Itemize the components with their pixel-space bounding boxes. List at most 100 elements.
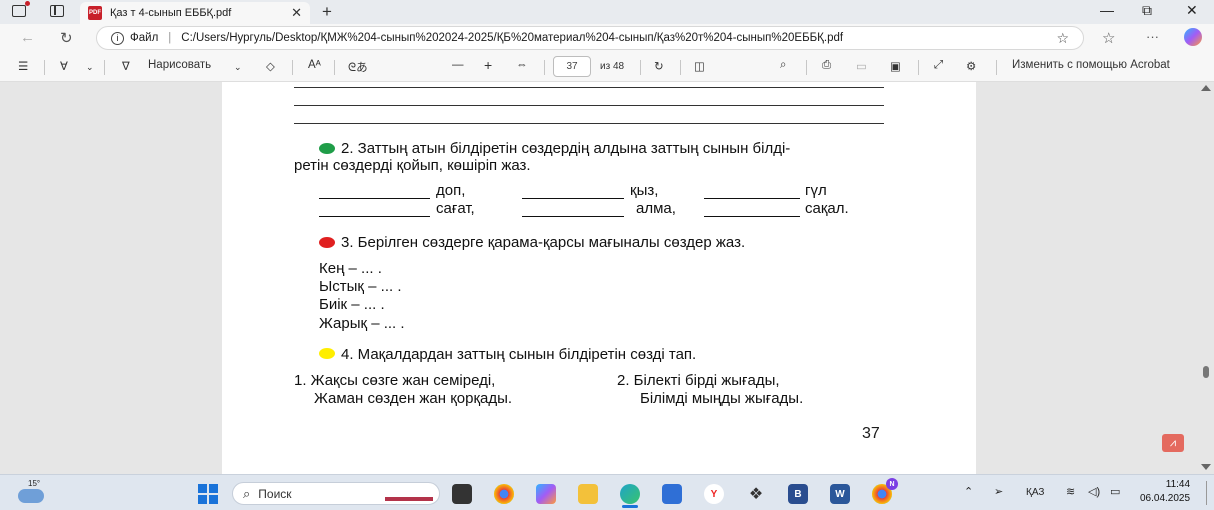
toolbar-divider (640, 60, 641, 75)
task2-heading-cont: ретін сөздерді қойып, көшіріп жаз. (294, 157, 531, 174)
workspaces-icon[interactable] (12, 1, 30, 17)
address-url[interactable]: C:/Users/Нургуль/Desktop/ҚМЖ%204-сынып%2… (181, 32, 843, 44)
eraser-icon[interactable]: ◇ (266, 59, 275, 73)
address-scheme-label: Файл (130, 32, 159, 44)
new-tab-button[interactable]: + (322, 2, 332, 22)
tray-overflow-icon[interactable]: ⌃ (964, 485, 973, 498)
edit-with-acrobat-button[interactable]: Изменить с помощью Acrobat (1012, 59, 1170, 71)
word-item: сағат, (436, 200, 475, 217)
fit-page-icon[interactable]: ⇔ (516, 59, 528, 71)
vertical-scrollbar[interactable] (1198, 82, 1214, 474)
yellow-dot-icon (319, 348, 335, 359)
tab-title: Қаз т 4-сынып ЕББҚ.pdf (110, 7, 232, 19)
proverb-2-line-2: Білімді мыңды жығады. (640, 390, 804, 407)
close-window-button[interactable]: ✕ (1186, 2, 1198, 19)
highlight-icon[interactable]: ∀ (60, 59, 68, 73)
search-icon: ⌕ (243, 485, 251, 501)
tab-close-button[interactable]: ✕ (291, 5, 302, 21)
scroll-down-icon[interactable] (1201, 464, 1211, 470)
scroll-thumb[interactable] (1203, 366, 1209, 378)
toolbar-divider (292, 60, 293, 75)
search-label: Поиск (258, 486, 292, 501)
volume-icon[interactable]: ◁) (1088, 485, 1100, 498)
search-icon[interactable]: ⌕ (780, 59, 786, 72)
draw-icon[interactable]: ∇ (122, 59, 130, 73)
taskbar: 15° ⌕ Поиск Y ❖ B W N ⌃ ➢ ҚАЗ ≋ ◁) ▭ 11:… (0, 474, 1214, 510)
temperature: 15° (28, 479, 41, 488)
chevron-down-icon[interactable]: ⌄ (234, 62, 242, 73)
toolbar-divider (680, 60, 681, 75)
blank-line (704, 216, 800, 217)
back-arrow-icon[interactable]: ← (20, 29, 35, 46)
store-icon[interactable] (662, 484, 682, 504)
favorites-icon[interactable]: ☆ (1102, 29, 1115, 47)
wifi-icon[interactable]: ≋ (1066, 485, 1075, 498)
zoom-out-button[interactable]: — (452, 59, 464, 71)
blank-line (522, 216, 624, 217)
more-menu-button[interactable]: ··· (1146, 29, 1159, 44)
word-item: сақал. (805, 200, 849, 217)
word-item: гүл (805, 182, 827, 199)
minimize-button[interactable]: — (1100, 2, 1114, 18)
read-aloud-button[interactable]: Aᴬ (308, 59, 321, 71)
restore-button[interactable]: ⧉ (1142, 2, 1152, 19)
address-bar[interactable]: i Файл | C:/Users/Нургуль/Desktop/ҚМЖ%20… (96, 26, 1084, 50)
toolbar-divider (44, 60, 45, 75)
app-b-icon[interactable]: B (788, 484, 808, 504)
antonym-item: Ыстық – ... . (319, 278, 402, 295)
file-explorer-icon[interactable] (578, 484, 598, 504)
task2-heading: 2. Заттың атын білдіретін сөздердің алды… (341, 140, 791, 157)
print-icon[interactable]: ⎙ (822, 59, 831, 72)
page-number-input[interactable]: 37 (553, 56, 591, 77)
translate-button[interactable]: ᘓあ (348, 59, 368, 75)
contents-icon[interactable]: ☰ (18, 59, 28, 73)
dropbox-icon[interactable]: ❖ (746, 484, 766, 504)
scroll-up-icon[interactable] (1201, 85, 1211, 91)
copilot-app-icon[interactable] (536, 484, 556, 504)
green-dot-icon (319, 143, 335, 154)
copilot-icon[interactable] (1184, 28, 1202, 46)
tab-pdf-document[interactable]: PDF Қаз т 4-сынып ЕББҚ.pdf ✕ (80, 2, 310, 24)
proverb-1-line-2: Жаман сөзден жан қорқады. (314, 390, 513, 407)
show-desktop-button[interactable] (1206, 481, 1207, 505)
weather-widget[interactable]: 15° (18, 479, 48, 505)
word-icon[interactable]: W (830, 484, 850, 504)
settings-gear-icon[interactable]: ⚙ (966, 59, 976, 73)
task-view-icon[interactable] (452, 484, 472, 504)
address-row: ← ↻ i Файл | C:/Users/Нургуль/Desktop/ҚМ… (0, 24, 1214, 52)
location-icon[interactable]: ➢ (994, 485, 1003, 498)
start-button[interactable] (198, 484, 218, 504)
battery-icon[interactable]: ▭ (1110, 485, 1120, 498)
tab-strip: PDF Қаз т 4-сынып ЕББҚ.pdf ✕ + — ⧉ ✕ (0, 0, 1214, 24)
pdf-viewer[interactable]: 2. Заттың атын білдіретін сөздердің алды… (0, 82, 1214, 474)
draw-button[interactable]: Нарисовать (148, 59, 211, 71)
task4-heading: 4. Мақалдардан заттың сынын білдіретін с… (341, 346, 697, 363)
taskbar-search[interactable]: ⌕ Поиск (232, 482, 440, 505)
toolbar-divider (918, 60, 919, 75)
page-view-icon[interactable]: ◫ (694, 59, 705, 73)
blank-line (319, 198, 430, 199)
fullscreen-icon[interactable]: ⤢ (934, 59, 943, 72)
chevron-down-icon[interactable]: ⌄ (86, 62, 94, 73)
save-icon[interactable]: ▭ (856, 59, 867, 73)
refresh-icon[interactable]: ↻ (60, 29, 73, 47)
rotate-icon[interactable]: ↻ (654, 59, 664, 73)
favorite-star-icon[interactable]: ☆ (1056, 30, 1069, 47)
zoom-in-button[interactable]: + (484, 57, 492, 73)
pdf-file-icon: PDF (88, 6, 102, 20)
edge-icon[interactable] (620, 484, 640, 504)
task3-heading: 3. Берілген сөздерге қарама-қарсы мағына… (341, 234, 746, 251)
chrome-icon[interactable] (494, 484, 514, 504)
chrome-profile-icon[interactable]: N (872, 478, 898, 504)
vertical-tabs-icon[interactable] (50, 5, 64, 17)
toolbar-divider (334, 60, 335, 75)
answer-line (294, 105, 884, 106)
page-total-label: из 48 (600, 61, 625, 72)
acrobat-icon[interactable]: ⩘ (1162, 434, 1184, 452)
antonym-item: Биік – ... . (319, 296, 385, 313)
save-as-icon[interactable]: ▣ (890, 59, 901, 73)
info-icon[interactable]: i (111, 31, 124, 45)
yandex-browser-icon[interactable]: Y (704, 484, 724, 504)
language-indicator[interactable]: ҚАЗ (1026, 487, 1044, 498)
clock[interactable]: 11:44 06.04.2025 (1140, 478, 1190, 506)
